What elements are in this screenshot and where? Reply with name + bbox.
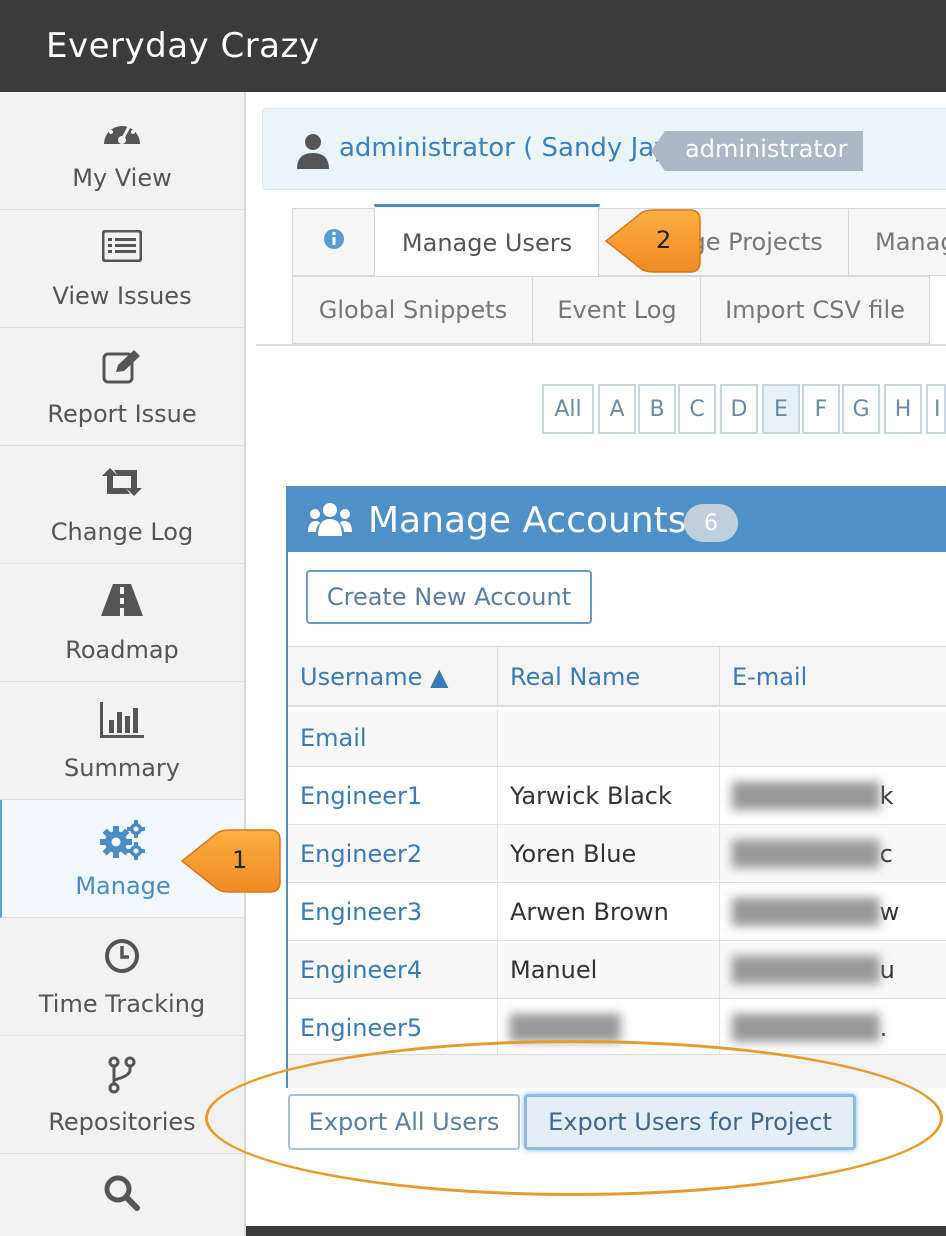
email-visible-fragment: . [879,1014,888,1042]
email-cell: ████████ k [720,767,946,825]
user-bar: administrator ( Sandy Jay ) administrato… [262,108,946,190]
table-row: Engineer2 Yoren Blue ████████ c [288,825,946,883]
filter-letter-a[interactable]: A [598,384,636,434]
table-row: Engineer4 Manuel ████████ u [288,941,946,999]
top-bar: Everyday Crazy [0,0,946,92]
sidebar-item-label: View Issues [52,282,192,310]
email-visible-fragment: c [879,840,893,868]
highlight-ellipse [205,1040,943,1196]
info-icon [323,228,345,256]
real-name-cell: Arwen Brown [498,883,720,941]
filter-letter-b[interactable]: B [638,384,676,434]
tab-event-log[interactable]: Event Log [532,276,702,344]
column-real-name[interactable]: Real Name [498,647,720,707]
list-icon [0,230,244,270]
filter-letter-e[interactable]: E [762,384,800,434]
search-icon [0,1174,244,1214]
sidebar-item-change-log[interactable]: Change Log [0,446,244,564]
email-visible-fragment: u [879,956,895,984]
filter-letter-all[interactable]: All [542,384,594,434]
filter-letter-h[interactable]: H [884,384,922,434]
real-name-cell [498,709,720,767]
filter-letter-g[interactable]: G [842,384,880,434]
email-cell: ████████ c [720,825,946,883]
panel-title: Manage Accounts [368,500,687,541]
sidebar-item-roadmap[interactable]: Roadmap [0,564,244,682]
sidebar-item-repositories[interactable]: Repositories [0,1036,244,1154]
dashboard-icon [0,112,244,152]
redacted-email: ████████ [732,956,880,984]
callout-2: 2 [604,206,704,280]
tab-manage-more[interactable]: Manag [848,208,946,276]
sidebar-item-search[interactable] [0,1154,244,1236]
table-row: Engineer1 Yarwick Black ████████ k [288,767,946,825]
account-count-badge: 6 [684,504,738,542]
email-visible-fragment: k [879,782,894,810]
tab-manage-users[interactable]: Manage Users [374,204,600,278]
callout-number: 1 [232,846,248,874]
callout-1: 1 [180,826,284,900]
tab-info[interactable] [292,208,376,276]
user-icon [297,133,329,173]
sidebar-item-label: Time Tracking [38,990,206,1018]
tab-global-snippets[interactable]: Global Snippets [292,276,534,344]
email-visible-fragment: w [879,898,900,926]
sidebar-item-time-tracking[interactable]: Time Tracking [0,918,244,1036]
tab-import-csv[interactable]: Import CSV file [700,276,930,344]
app-title[interactable]: Everyday Crazy [46,26,320,66]
code-fork-icon [0,1056,244,1096]
real-name-cell: Manuel [498,941,720,999]
callout-number: 2 [656,226,672,254]
redacted-email: ████████ [732,898,880,926]
real-name-cell: Yoren Blue [498,825,720,883]
column-email[interactable]: E-mail [720,647,946,707]
sidebar: My View View Issues Report Issue Change … [0,92,246,1236]
create-new-account-button[interactable]: Create New Account [306,570,592,624]
sidebar-item-label: Change Log [50,518,194,546]
username-link[interactable]: Engineer3 [288,883,498,941]
sidebar-item-summary[interactable]: Summary [0,682,244,800]
manage-accounts-panel: Manage Accounts 6 Create New Account Use… [286,486,946,1088]
filter-letter-f[interactable]: F [802,384,840,434]
username-link[interactable]: Email [288,709,498,767]
real-name-cell: Yarwick Black [498,767,720,825]
email-cell [720,709,946,767]
table-row: Engineer3 Arwen Brown ████████ w [288,883,946,941]
filter-letter-c[interactable]: C [678,384,716,434]
sidebar-item-label: Roadmap [65,636,179,664]
redacted-email: ████████ [732,1014,880,1042]
redacted-email: ████████ [732,782,880,810]
username-link[interactable]: Engineer1 [288,767,498,825]
redacted-email: ████████ [732,840,880,868]
filter-letter-d[interactable]: D [720,384,758,434]
user-link[interactable]: administrator ( Sandy Jay ) [339,133,688,163]
redacted-real-name: ██████ [510,1014,621,1042]
sidebar-item-label: Report Issue [47,400,197,428]
sidebar-item-label: Summary [64,754,180,782]
role-badge: administrator [650,131,864,171]
tabs-divider [256,344,946,346]
bottom-edge [246,1226,946,1236]
username-link[interactable]: Engineer2 [288,825,498,883]
email-cell: ████████ u [720,941,946,999]
email-cell: ████████ w [720,883,946,941]
email-cell: ████████. [720,999,946,1057]
table-header: Username ▲ Real Name E-mail [288,647,946,707]
users-icon [308,502,352,542]
road-icon [0,584,244,624]
bar-chart-icon [0,702,244,742]
retweet-icon [0,466,244,506]
table-row: Email [288,709,946,767]
panel-header: Manage Accounts 6 [288,488,946,552]
column-username[interactable]: Username ▲ [288,647,498,707]
sidebar-item-report-issue[interactable]: Report Issue [0,328,244,446]
sidebar-item-view-issues[interactable]: View Issues [0,210,244,328]
clock-icon [0,938,244,978]
filter-letter-i[interactable]: I [926,384,946,434]
sidebar-item-my-view[interactable]: My View [0,92,244,210]
sidebar-item-label: My View [72,164,172,192]
edit-icon [0,348,244,388]
username-link[interactable]: Engineer4 [288,941,498,999]
